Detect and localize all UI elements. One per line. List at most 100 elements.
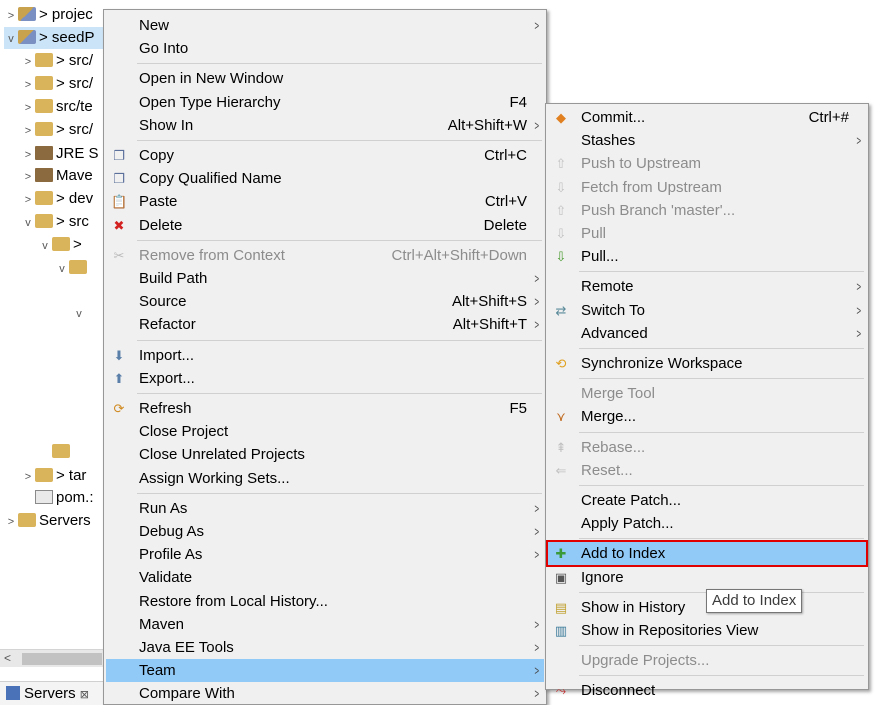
menu-item-compare-with[interactable]: Compare With > <box>106 682 544 705</box>
menu-item-copy-qualified-name[interactable]: ❐ Copy Qualified Name <box>106 167 544 190</box>
tree-row[interactable]: > Servers <box>4 510 110 532</box>
menu-item-label: Delete <box>139 216 183 234</box>
chevron-right-icon[interactable]: > <box>21 166 35 188</box>
menu-item-open-type-hierarchy[interactable]: Open Type Hierarchy F4 <box>106 91 544 114</box>
chevron-right-icon[interactable]: > <box>21 74 35 96</box>
horizontal-scrollbar[interactable]: < <box>0 649 106 667</box>
close-icon[interactable]: ⊠ <box>80 689 89 701</box>
menu-item-label: Assign Working Sets... <box>139 469 290 487</box>
menu-item-source[interactable]: Source Alt+Shift+S > <box>106 290 544 313</box>
menu-separator <box>579 348 864 349</box>
tree-row[interactable]: v > <box>38 234 110 256</box>
menu-item-copy[interactable]: ❐ Copy Ctrl+C <box>106 144 544 167</box>
tree-row[interactable] <box>38 441 110 463</box>
tree-row[interactable]: > Mave <box>21 165 110 187</box>
tree-row[interactable]: > > tar <box>21 465 110 487</box>
chevron-right-icon[interactable]: > <box>4 5 18 27</box>
servers-tab-label: Servers <box>24 685 76 702</box>
pull-icon: ⇩ <box>555 226 567 241</box>
menu-item-advanced[interactable]: Advanced > <box>548 322 866 345</box>
package-folder-icon <box>35 122 53 136</box>
scroll-left-arrow-icon[interactable]: < <box>4 651 11 665</box>
menu-item-open-in-new-window[interactable]: Open in New Window <box>106 67 544 90</box>
chevron-down-icon[interactable]: v <box>38 235 52 257</box>
servers-view-tab[interactable]: Servers ⊠ <box>0 681 106 705</box>
menu-item-export[interactable]: ⬆ Export... <box>106 367 544 390</box>
menu-item-add-to-index[interactable]: ✚ Add to Index <box>546 540 868 568</box>
tree-row[interactable]: v <box>55 257 110 279</box>
menu-item-create-patch[interactable]: Create Patch... <box>548 489 866 512</box>
menu-item-apply-patch[interactable]: Apply Patch... <box>548 512 866 535</box>
chevron-right-icon[interactable]: > <box>21 120 35 142</box>
menu-item-label: Switch To <box>581 301 645 319</box>
chevron-right-icon[interactable]: > <box>21 51 35 73</box>
tree-row-label: > src/ <box>56 121 94 138</box>
chevron-right-icon[interactable]: > <box>21 189 35 211</box>
menu-item-disconnect[interactable]: ⤳ Disconnect <box>548 679 866 702</box>
menu-item-switch-to[interactable]: ⇄ Switch To > <box>548 299 866 322</box>
menu-item-commit[interactable]: ◆ Commit... Ctrl+# <box>548 106 866 129</box>
folder-icon <box>18 513 36 527</box>
tree-row[interactable]: > > src/ <box>21 119 110 141</box>
menu-item-paste[interactable]: 📋 Paste Ctrl+V <box>106 190 544 213</box>
tree-row[interactable]: > > projec <box>4 4 110 26</box>
tree-row[interactable]: > > dev <box>21 188 110 210</box>
menu-item-go-into[interactable]: Go Into <box>106 37 544 60</box>
menu-item-run-as[interactable]: Run As > <box>106 497 544 520</box>
tree-row[interactable]: > JRE S <box>21 143 110 165</box>
tree-row[interactable]: > src/te <box>21 96 110 118</box>
chevron-down-icon[interactable]: v <box>72 303 86 325</box>
menu-item-remote[interactable]: Remote > <box>548 275 866 298</box>
tree-row[interactable]: > > src/ <box>21 73 110 95</box>
menu-item-stashes[interactable]: Stashes > <box>548 129 866 152</box>
menu-item-refactor[interactable]: Refactor Alt+Shift+T > <box>106 313 544 336</box>
folder-icon <box>35 191 53 205</box>
tree-row-label: > projec <box>39 6 93 23</box>
menu-item-profile-as[interactable]: Profile As > <box>106 543 544 566</box>
copy-icon: ❐ <box>113 171 125 187</box>
menu-item-label: Fetch from Upstream <box>581 178 722 196</box>
menu-item-validate[interactable]: Validate <box>106 566 544 589</box>
chevron-right-icon[interactable]: > <box>21 466 35 488</box>
menu-item-java-ee-tools[interactable]: Java EE Tools > <box>106 636 544 659</box>
menu-item-restore-from-local-history[interactable]: Restore from Local History... <box>106 590 544 613</box>
chevron-right-icon[interactable]: > <box>21 97 35 119</box>
menu-item-synchronize-workspace[interactable]: ⟲ Synchronize Workspace <box>548 352 866 375</box>
menu-item-import[interactable]: ⬇ Import... <box>106 344 544 367</box>
chevron-right-icon[interactable]: > <box>21 144 35 166</box>
menu-item-merge[interactable]: ⋎ Merge... <box>548 405 866 428</box>
menu-item-build-path[interactable]: Build Path > <box>106 267 544 290</box>
menu-item-refresh[interactable]: ⟳ Refresh F5 <box>106 397 544 420</box>
chevron-down-icon[interactable]: v <box>4 28 18 50</box>
menu-item-team[interactable]: Team > <box>106 659 544 683</box>
menu-item-close-unrelated-projects[interactable]: Close Unrelated Projects <box>106 443 544 466</box>
chevron-right-icon: > <box>856 133 862 149</box>
menu-item-debug-as[interactable]: Debug As > <box>106 520 544 543</box>
menu-item-pull[interactable]: ⇩ Pull... <box>548 245 866 268</box>
chevron-right-icon: > <box>534 271 540 286</box>
menu-separator <box>137 140 542 141</box>
tree-row-label: > dev <box>56 190 94 207</box>
tree-row[interactable]: pom.: <box>21 487 110 509</box>
chevron-right-icon[interactable]: > <box>4 511 18 533</box>
tree-row[interactable]: > > src/ <box>21 50 110 72</box>
menu-item-show-in[interactable]: Show In Alt+Shift+W > <box>106 114 544 137</box>
menu-item-label: Push Branch 'master'... <box>581 201 736 219</box>
menu-item-assign-working-sets[interactable]: Assign Working Sets... <box>106 467 544 490</box>
menu-item-close-project[interactable]: Close Project <box>106 420 544 443</box>
tree-row[interactable]: v > seedP <box>4 27 110 49</box>
scrollbar-thumb[interactable] <box>22 653 102 665</box>
tree-row-label: src/te <box>56 98 93 115</box>
project-explorer-tree: > > projec v > seedP > > src/> > src/> src/te > >… <box>0 0 110 650</box>
menu-item-delete[interactable]: ✖ Delete Delete <box>106 214 544 237</box>
chevron-down-icon[interactable]: v <box>21 212 35 234</box>
menu-item-show-in-repositories-view[interactable]: ▥ Show in Repositories View <box>548 619 866 642</box>
tree-row[interactable]: v > src <box>21 211 110 233</box>
menu-item-label: Restore from Local History... <box>139 592 328 610</box>
pull-dialog-icon: ⇩ <box>555 249 567 265</box>
menu-item-new[interactable]: New > <box>106 14 544 37</box>
menu-item-maven[interactable]: Maven > <box>106 613 544 636</box>
ignore-icon: ▣ <box>554 569 568 585</box>
chevron-down-icon[interactable]: v <box>55 258 69 280</box>
menu-item-ignore[interactable]: ▣ Ignore <box>548 566 866 589</box>
